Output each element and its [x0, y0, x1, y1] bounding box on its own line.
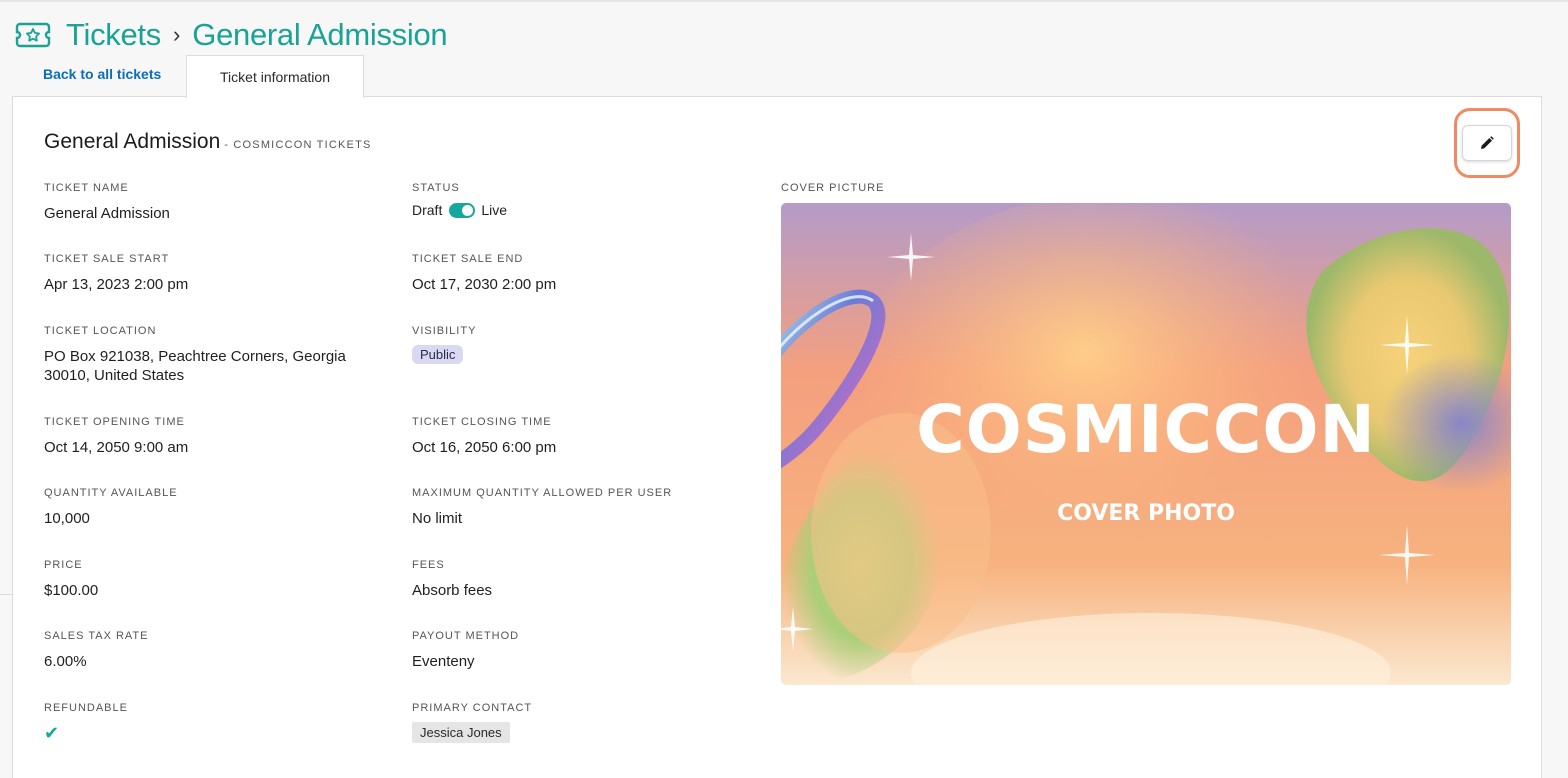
breadcrumb: Tickets › General Admission [14, 14, 448, 56]
ticket-title: General Admission [44, 130, 221, 153]
field-label: TICKET SALE END [412, 253, 524, 265]
field-ticket-location: TICKET LOCATION PO Box 921038, Peachtree… [44, 325, 389, 385]
status-toggle[interactable] [449, 202, 476, 218]
primary-contact-chip: Jessica Jones [412, 722, 510, 743]
field-status: STATUS Draft Live [412, 182, 507, 218]
field-value: $100.00 [44, 582, 99, 599]
field-fees: FEES Absorb fees [412, 559, 492, 600]
visibility-badge: Public [412, 345, 464, 364]
breadcrumb-current: General Admission [192, 17, 448, 52]
field-visibility: VISIBILITY Public [412, 325, 476, 364]
field-value: PO Box 921038, Peachtree Corners, Georgi… [44, 348, 346, 384]
cover-title: COSMICCON [916, 391, 1376, 468]
cover-image: COSMICCON COVER PHOTO [781, 203, 1511, 685]
field-label: PRIMARY CONTACT [412, 702, 533, 714]
field-value: 10,000 [44, 510, 90, 527]
field-price: PRICE $100.00 [44, 559, 98, 600]
field-label: MAXIMUM QUANTITY ALLOWED PER USER [412, 487, 673, 499]
status-live-label: Live [481, 202, 508, 218]
field-label: COVER PICTURE [781, 182, 885, 194]
field-value: Oct 16, 2050 6:00 pm [412, 439, 557, 456]
field-label: PRICE [44, 559, 83, 571]
pencil-icon [1481, 136, 1494, 149]
field-value: General Admission [44, 205, 170, 222]
ticket-info-card: General Admission - COSMICCON TICKETS TI… [12, 96, 1542, 778]
field-sales-tax-rate: SALES TAX RATE 6.00% [44, 630, 148, 671]
field-primary-contact: PRIMARY CONTACT Jessica Jones [412, 702, 532, 743]
card-header: General Admission - COSMICCON TICKETS [44, 130, 372, 154]
field-label: FEES [412, 559, 445, 571]
field-label: VISIBILITY [412, 325, 477, 337]
field-label: PAYOUT METHOD [412, 630, 520, 642]
edit-button[interactable] [1462, 125, 1512, 161]
field-value: No limit [412, 510, 463, 527]
field-refundable: REFUNDABLE ✔ [44, 702, 128, 742]
cover-subtitle: COVER PHOTO [1057, 501, 1235, 526]
field-label: REFUNDABLE [44, 702, 128, 714]
field-max-quantity-per-user: MAXIMUM QUANTITY ALLOWED PER USER No lim… [412, 487, 672, 528]
status-draft-label: Draft [412, 202, 443, 218]
field-label: TICKET SALE START [44, 253, 170, 265]
field-label: TICKET NAME [44, 182, 129, 194]
field-value: Oct 14, 2050 9:00 am [44, 439, 189, 456]
field-label: TICKET CLOSING TIME [412, 416, 552, 428]
divider [0, 594, 12, 595]
check-icon: ✔ [44, 723, 60, 743]
field-label: TICKET LOCATION [44, 325, 157, 337]
field-ticket-sale-end: TICKET SALE END Oct 17, 2030 2:00 pm [412, 253, 556, 294]
field-value: Apr 13, 2023 2:00 pm [44, 276, 189, 293]
field-value: Eventeny [412, 653, 475, 670]
breadcrumb-tickets[interactable]: Tickets [66, 17, 161, 53]
ticket-subtitle: - COSMICCON TICKETS [224, 139, 372, 151]
top-border [0, 0, 1568, 2]
field-quantity-available: QUANTITY AVAILABLE 10,000 [44, 487, 178, 528]
field-ticket-closing-time: TICKET CLOSING TIME Oct 16, 2050 6:00 pm [412, 416, 556, 457]
field-value: Absorb fees [412, 582, 493, 599]
field-label: TICKET OPENING TIME [44, 416, 185, 428]
ticket-icon [15, 22, 51, 48]
field-value: 6.00% [44, 653, 87, 670]
field-label: SALES TAX RATE [44, 630, 149, 642]
field-ticket-sale-start: TICKET SALE START Apr 13, 2023 2:00 pm [44, 253, 188, 294]
tab-back-to-all-tickets[interactable]: Back to all tickets [43, 66, 161, 82]
tab-ticket-information[interactable]: Ticket information [186, 55, 364, 98]
field-value: Oct 17, 2030 2:00 pm [412, 276, 557, 293]
field-ticket-opening-time: TICKET OPENING TIME Oct 14, 2050 9:00 am [44, 416, 188, 457]
field-label: STATUS [412, 182, 460, 194]
field-payout-method: PAYOUT METHOD Eventeny [412, 630, 519, 671]
field-label: QUANTITY AVAILABLE [44, 487, 178, 499]
field-ticket-name: TICKET NAME General Admission [44, 182, 170, 223]
breadcrumb-separator: › [172, 22, 181, 47]
status-toggle-row: Draft Live [412, 202, 507, 218]
field-cover-picture: COVER PICTURE [781, 182, 884, 194]
